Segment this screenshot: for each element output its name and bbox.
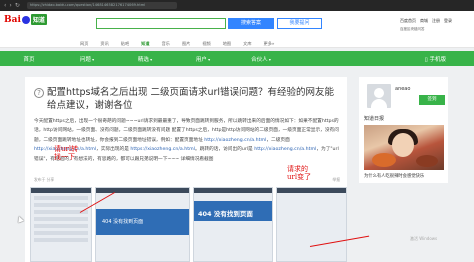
url-link[interactable]: https://xiaozheng.cn/a.html (130, 147, 195, 152)
product-link[interactable]: 地图 (223, 39, 231, 47)
reload-icon[interactable]: ↻ (15, 2, 20, 9)
product-link[interactable]: 文库 (243, 39, 251, 47)
body-text: 。跳转的话，访问出的url是 (194, 147, 255, 153)
product-link[interactable]: 音乐 (162, 39, 170, 47)
baidu-zhidao-logo[interactable]: Bai 知道 (4, 14, 47, 25)
meta-left: 发布于 分享 (34, 177, 55, 182)
ask-question-button[interactable]: 我要提问 (277, 18, 322, 29)
search-input[interactable] (96, 18, 226, 29)
screenshot-image[interactable]: 404 没有找到页面 (193, 187, 273, 262)
top-links: 百度首页 商城 注册 登录 (400, 18, 452, 24)
logo-badge: 知道 (30, 14, 47, 25)
site-header: Bai 知道 搜索答案 我要提问 百度首页 商城 注册 登录 百度区块链问答 (0, 11, 474, 39)
url-link[interactable]: http://xiaozheng.cn/a.html (204, 138, 266, 143)
top-link[interactable]: 商城 (420, 18, 428, 24)
product-link[interactable]: 图片 (182, 39, 190, 47)
top-link[interactable]: 百度首页 (400, 18, 416, 24)
top-link[interactable]: 登录 (444, 18, 452, 24)
daily-caption[interactable]: 为什么有人吃很辣时会感觉快乐 (364, 173, 444, 179)
report-link[interactable]: 举报 (332, 177, 340, 183)
nav-featured[interactable]: 精选 (116, 55, 174, 63)
question-title: 配置https域名之后出现 二级页面请求url错误问题？有经验的网友能给点建议，… (47, 87, 335, 111)
nav-questions[interactable]: 问题 (58, 55, 116, 63)
error-404-text: 404 没有找到页面 (102, 219, 144, 225)
username[interactable]: aneao (395, 86, 410, 92)
nav-users[interactable]: 用户 (174, 55, 232, 63)
mouse-cursor-icon (16, 215, 24, 223)
mobile-label: 手机版 (429, 56, 446, 63)
body-text: ，实际出现的是 (96, 147, 131, 153)
mobile-version-link[interactable]: ▯ 手机版 (425, 55, 446, 63)
screenshot-image[interactable] (30, 187, 92, 262)
paw-icon (21, 15, 30, 24)
logo-text: Bai (4, 14, 21, 25)
nav-partners[interactable]: 合伙人 (232, 55, 290, 63)
daily-title: 知道日报 (364, 116, 385, 122)
back-icon[interactable]: ‹ (4, 2, 6, 9)
address-bar[interactable]: https://zhidao.baidu.com/question/146814… (26, 2, 177, 9)
body-text: 今天配置https之后，出现一个很奇葩的问题~~~url请求到最最重了，导致页面… (34, 119, 339, 143)
blockchain-link[interactable]: 百度区块链问答 (400, 27, 425, 32)
screenshot-image[interactable]: 404 没有找到页面 (95, 187, 190, 262)
daily-news-image[interactable] (364, 125, 444, 170)
nav-home[interactable]: 首页 (0, 55, 58, 63)
main-nav-bar: 首页 问题 精选 用户 合伙人 ▯ 手机版 (0, 51, 474, 66)
product-nav: 网页 资讯 贴吧 知道 音乐 图片 视频 地图 文库 更多» (0, 39, 474, 48)
avatar[interactable] (367, 84, 391, 108)
user-sidebar: aneao 签到 知道日报 为什么有人吃很辣时会感觉快乐 (359, 77, 448, 183)
product-link-active[interactable]: 知道 (141, 39, 149, 47)
annotation-note: 请求的url变了 (287, 165, 312, 181)
windows-watermark: 激活 Windows (410, 236, 438, 241)
product-link[interactable]: 视频 (202, 39, 210, 47)
url-link[interactable]: http://xiaozheng.cn/a.html (254, 147, 316, 152)
body-text: ，二级页面 (266, 137, 290, 143)
product-link[interactable]: 贴吧 (121, 39, 129, 47)
product-link[interactable]: 更多» (264, 39, 275, 47)
sign-in-button[interactable]: 签到 (419, 95, 445, 105)
question-mark-icon: ? (34, 88, 44, 98)
product-link[interactable]: 资讯 (100, 39, 108, 47)
product-link[interactable]: 网页 (80, 39, 88, 47)
annotation-note: 请url转找一下 (54, 145, 79, 161)
forward-icon[interactable]: › (9, 2, 11, 9)
screenshot-image[interactable] (276, 187, 347, 262)
search-answer-button[interactable]: 搜索答案 (228, 18, 274, 29)
browser-toolbar: ‹ › ↻ https://zhidao.baidu.com/question/… (0, 0, 474, 11)
top-link[interactable]: 注册 (432, 18, 440, 24)
error-404-text: 404 没有找到页面 (198, 210, 253, 218)
screenshot-strip: 404 没有找到页面 404 没有找到页面 (25, 187, 347, 262)
